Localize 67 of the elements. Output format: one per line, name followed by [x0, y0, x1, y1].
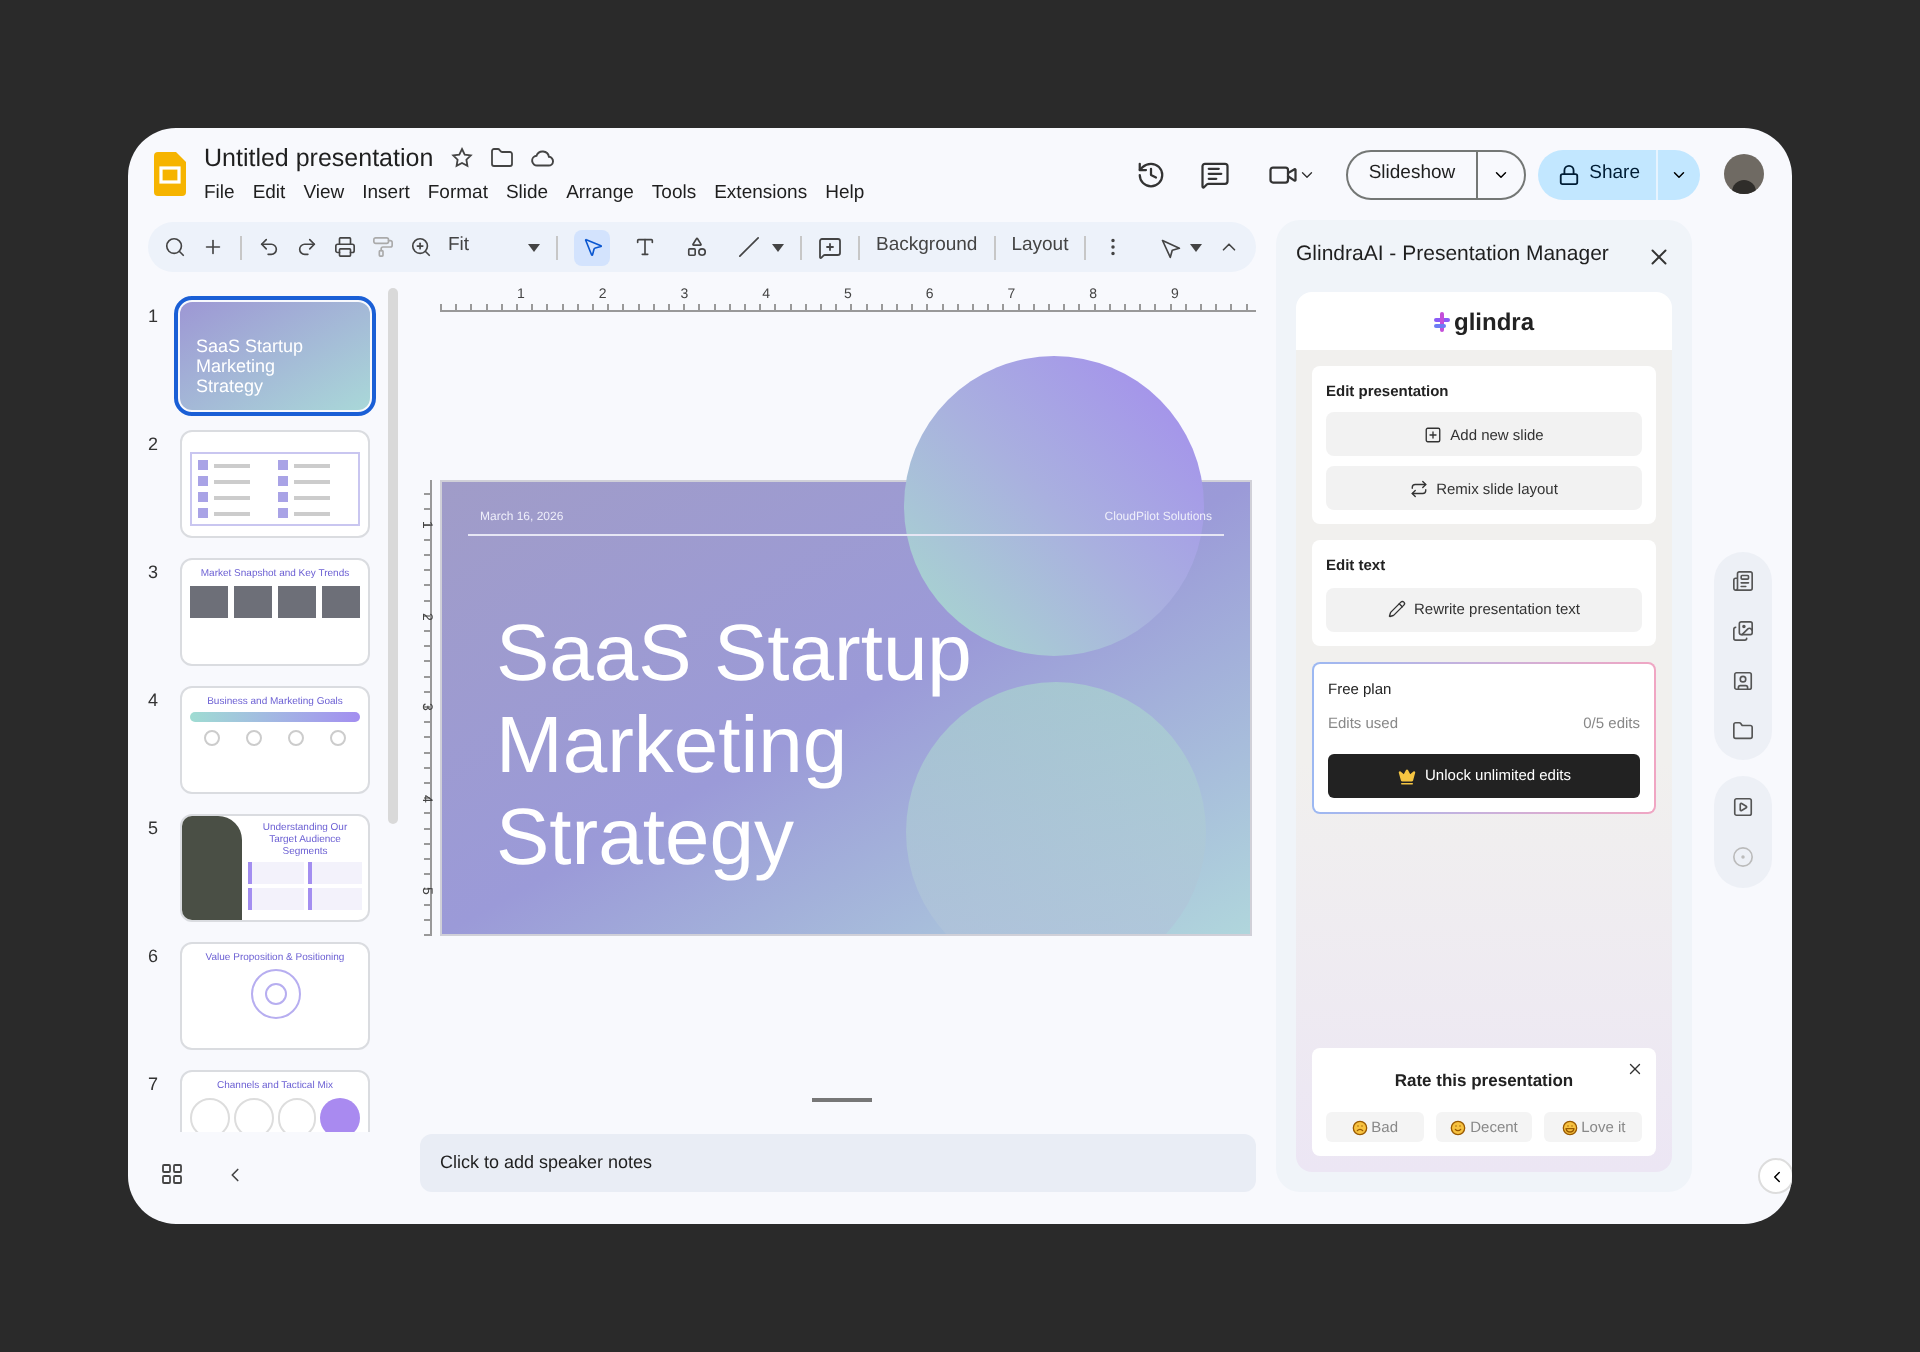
- menu-item[interactable]: Help: [825, 179, 865, 208]
- face-icon: [1561, 1119, 1578, 1135]
- card-grid-drawing: [248, 862, 362, 910]
- expand-button[interactable]: [1758, 1158, 1792, 1194]
- menu-item[interactable]: Extensions: [714, 179, 808, 208]
- undo-icon[interactable]: [258, 236, 280, 258]
- search-icon[interactable]: [164, 236, 186, 258]
- slide-number: 5: [148, 816, 160, 842]
- slide-number: 1: [148, 304, 160, 330]
- face-icon: [1351, 1119, 1368, 1135]
- plus-square-icon: [1424, 425, 1443, 444]
- caret-icon: [528, 243, 540, 251]
- user-square-icon[interactable]: [1731, 670, 1753, 692]
- zoom-icon[interactable]: [410, 236, 432, 258]
- menu-item[interactable]: Format: [427, 179, 488, 208]
- slide-number: 4: [148, 688, 160, 714]
- avatar[interactable]: [1724, 154, 1764, 194]
- slide-number: 3: [148, 560, 160, 586]
- panel-title: GlindraAI - Presentation Manager: [1296, 240, 1609, 271]
- logo-text: glindra: [1453, 305, 1534, 339]
- slide-number: 2: [148, 432, 160, 458]
- toolbar-button[interactable]: Background: [876, 232, 978, 262]
- add-comment-icon[interactable]: [818, 235, 842, 259]
- repeat-icon: [1410, 479, 1429, 498]
- face-icon: [1450, 1119, 1467, 1135]
- redo-icon[interactable]: [296, 236, 318, 258]
- images-icon[interactable]: [1731, 620, 1753, 642]
- caret-icon[interactable]: [772, 243, 784, 251]
- zoom-dropdown[interactable]: Fit: [448, 232, 540, 262]
- comment-icon[interactable]: [1200, 159, 1231, 189]
- slide-title: SaaS Startup Marketing Strategy: [496, 608, 972, 884]
- folder-icon[interactable]: [489, 146, 514, 171]
- slide-thumbnail[interactable]: [180, 430, 370, 538]
- menu-item[interactable]: Arrange: [566, 179, 634, 208]
- speaker-notes-field[interactable]: Click to add speaker notes: [420, 1134, 1256, 1192]
- cloud-icon[interactable]: [529, 145, 556, 172]
- menu-item[interactable]: Tools: [651, 179, 697, 208]
- play-square-icon[interactable]: [1731, 796, 1753, 818]
- menu-item[interactable]: Edit: [252, 179, 286, 208]
- close-icon[interactable]: [1626, 1060, 1644, 1079]
- history-icon[interactable]: [1136, 159, 1167, 189]
- glindra-logo-icon: [1433, 311, 1450, 331]
- menu-item[interactable]: Insert: [362, 179, 410, 208]
- lock-icon: [1557, 163, 1580, 185]
- grid-view-icon[interactable]: [160, 1162, 184, 1186]
- close-icon[interactable]: [1646, 243, 1672, 269]
- newspaper-icon[interactable]: [1731, 570, 1753, 592]
- menu-item[interactable]: Slide: [505, 179, 549, 208]
- slide-number: 6: [148, 944, 160, 970]
- print-icon[interactable]: [334, 236, 356, 258]
- pencil-icon: [1388, 600, 1407, 618]
- photo-placeholder: [182, 816, 242, 920]
- crown-icon: [1397, 767, 1416, 785]
- caret-icon[interactable]: [1190, 243, 1202, 251]
- pointer-icon[interactable]: [574, 229, 610, 265]
- cycle-diagram-drawing: [249, 968, 301, 1020]
- slide-number: 7: [148, 1072, 160, 1098]
- folder-icon[interactable]: [1731, 720, 1753, 742]
- rating-title: Rate this presentation: [1394, 1068, 1574, 1094]
- menu-item[interactable]: View: [303, 179, 345, 208]
- toolbar-button[interactable]: Layout: [1011, 232, 1069, 262]
- scrollbar[interactable]: [388, 288, 398, 824]
- star-icon[interactable]: [449, 146, 474, 171]
- menu-item[interactable]: File: [204, 179, 235, 208]
- thumbnail-title: SaaS Startup Marketing Strategy: [196, 336, 306, 396]
- document-title[interactable]: Untitled presentation: [204, 140, 434, 178]
- plus-icon[interactable]: [202, 236, 224, 258]
